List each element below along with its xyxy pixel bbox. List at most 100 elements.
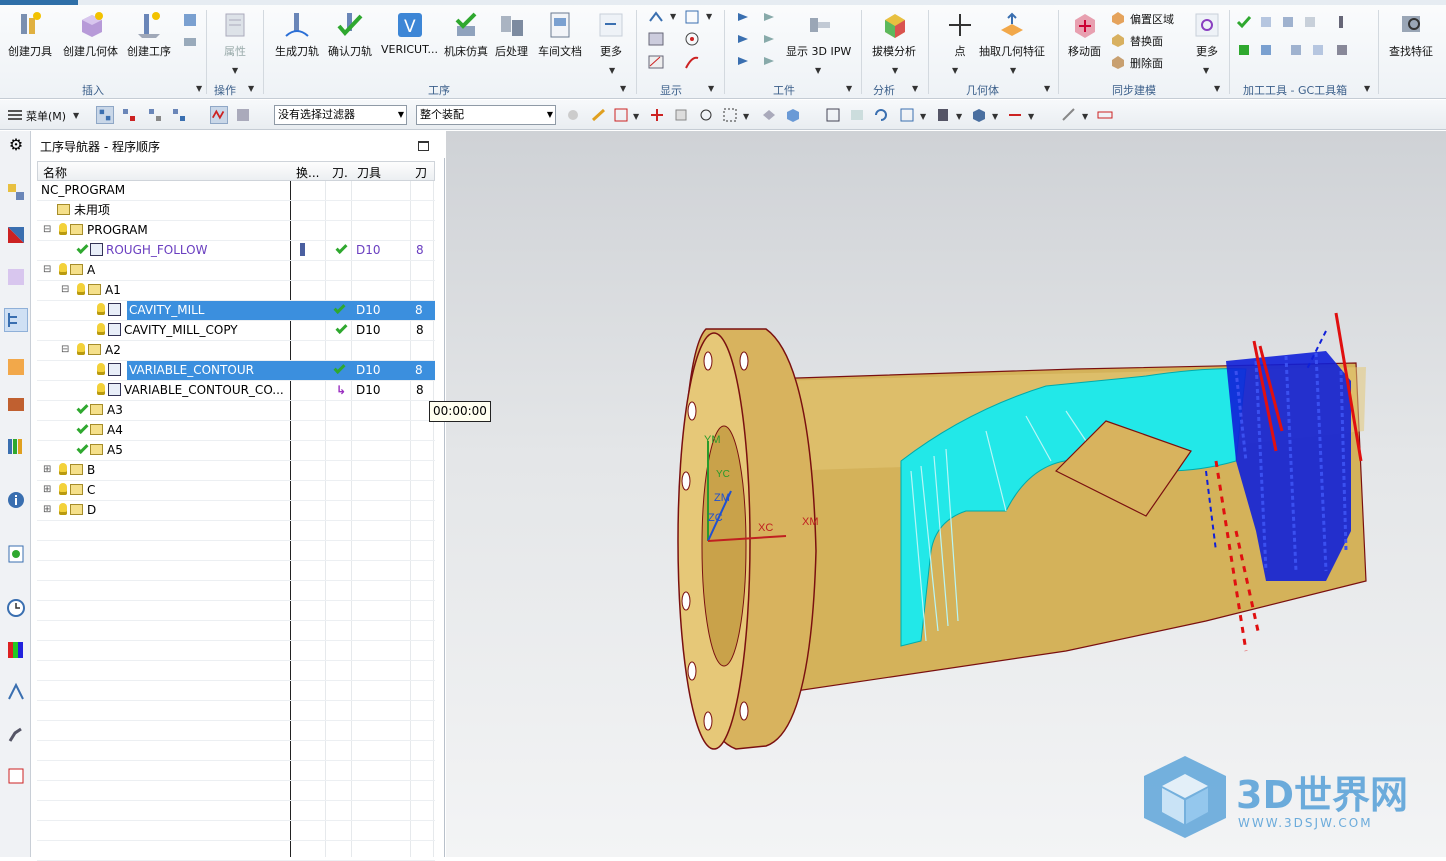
orient-view-icon[interactable] xyxy=(898,106,916,124)
offset-region-icon[interactable] xyxy=(1110,10,1126,26)
replace-face-label[interactable]: 替换面 xyxy=(1130,33,1163,49)
view-fit-icon[interactable] xyxy=(760,106,778,124)
background-dropdown-icon[interactable]: ▼ xyxy=(992,112,998,121)
measure-dropdown-icon[interactable]: ▼ xyxy=(1082,112,1088,121)
expand-icon[interactable]: ⊞ xyxy=(43,464,51,475)
orient-dropdown-icon[interactable]: ▼ xyxy=(920,112,926,121)
display-options-icon[interactable] xyxy=(684,9,700,25)
move-face-button[interactable]: 移动面 xyxy=(1068,10,1101,59)
machine-tool-view-icon[interactable] xyxy=(120,106,138,124)
tree-row-b[interactable]: ⊞ B xyxy=(37,461,435,481)
snap-grid-icon[interactable] xyxy=(672,106,690,124)
sync-group-expand-icon[interactable]: ▼ xyxy=(1214,84,1220,93)
gc-tool-2-icon[interactable] xyxy=(1258,14,1274,30)
reuse-library-icon[interactable] xyxy=(5,435,27,457)
extract-geometry-button[interactable]: 抽取几何特征 xyxy=(979,10,1045,59)
program-order-view-icon[interactable] xyxy=(96,106,114,124)
replace-face-icon[interactable] xyxy=(1110,32,1126,48)
column-path[interactable]: 刀. xyxy=(332,164,348,181)
postprocess-button[interactable]: 后处理 xyxy=(495,10,528,59)
rotate-icon[interactable] xyxy=(872,106,890,124)
information-icon[interactable] xyxy=(5,489,27,511)
history-clock-icon[interactable] xyxy=(5,597,27,619)
pan-icon[interactable] xyxy=(848,106,866,124)
analysis-group-expand-icon[interactable]: ▼ xyxy=(912,84,918,93)
display-options-dropdown-icon[interactable]: ▼ xyxy=(706,12,712,21)
operation-navigator-icon[interactable] xyxy=(4,308,28,332)
tree-row-cavity-mill[interactable]: CAVITY_MILL D10 8 xyxy=(37,301,435,321)
gc-tool-7-icon[interactable] xyxy=(1258,42,1274,58)
machine-sim-button[interactable]: 机床仿真 xyxy=(444,10,488,59)
draft-analysis-dropdown-icon[interactable]: ▼ xyxy=(892,66,898,75)
gc-tool-6-icon[interactable] xyxy=(1236,42,1252,58)
shop-doc-button[interactable]: 车间文档 xyxy=(538,10,582,59)
workpiece-remain-icon[interactable] xyxy=(762,53,778,69)
workpiece-group-expand-icon[interactable]: ▼ xyxy=(846,84,852,93)
machine-navigator-icon[interactable] xyxy=(5,356,27,378)
gc-tool-4-icon[interactable] xyxy=(1302,14,1318,30)
more-sync-dropdown-icon[interactable]: ▼ xyxy=(1203,66,1209,75)
edit-section-icon[interactable] xyxy=(1006,106,1024,124)
background-icon[interactable] xyxy=(970,106,988,124)
snap-mid-icon[interactable] xyxy=(612,106,630,124)
vericut-button[interactable]: V VERICUT... xyxy=(381,10,438,56)
tree-row-a2[interactable]: ⊟ A2 xyxy=(37,341,435,361)
more-sync-button[interactable]: 更多 xyxy=(1192,10,1222,59)
tree-row-a4[interactable]: A4 xyxy=(37,421,435,441)
expand-icon[interactable]: ⊞ xyxy=(43,484,51,495)
gc-group-expand-icon[interactable]: ▼ xyxy=(1364,84,1370,93)
snap-end-icon[interactable] xyxy=(590,106,608,124)
expand-icon[interactable]: ⊞ xyxy=(43,504,51,515)
tree-row-cavity-mill-copy[interactable]: CAVITY_MILL_COPY D10 8 xyxy=(37,321,435,341)
assembly-navigator-icon[interactable] xyxy=(5,181,27,203)
snap-center-icon[interactable] xyxy=(697,106,715,124)
box-select-dropdown-icon[interactable]: ▼ xyxy=(743,112,749,121)
workpiece-blank-icon[interactable] xyxy=(762,31,778,47)
operation-group-expand-icon[interactable]: ▼ xyxy=(248,84,254,93)
feature-view-icon[interactable] xyxy=(210,106,228,124)
gc-tool-9-icon[interactable] xyxy=(1310,42,1326,58)
show-3d-ipw-button[interactable]: 显示 3D IPW xyxy=(786,10,851,59)
more-ops-dropdown-icon[interactable]: ▼ xyxy=(609,66,615,75)
view-shaded-icon[interactable] xyxy=(784,106,802,124)
menu-dropdown-icon[interactable]: ▼ xyxy=(73,111,79,120)
create-tool-button[interactable]: 创建刀具 xyxy=(8,10,52,59)
tree-row-d[interactable]: ⊞ D xyxy=(37,501,435,521)
constraint-navigator-icon[interactable] xyxy=(5,224,27,246)
snap-point-icon[interactable] xyxy=(564,106,582,124)
blank-icon[interactable] xyxy=(648,31,664,47)
point-button[interactable]: 点 xyxy=(945,10,975,59)
zoom-icon[interactable] xyxy=(824,106,842,124)
section-dropdown-icon[interactable]: ▼ xyxy=(1028,112,1034,121)
verify-toolpath-button[interactable]: 确认刀轨 xyxy=(328,10,372,59)
properties-dropdown-icon[interactable]: ▼ xyxy=(232,66,238,75)
workpiece-ipw-icon[interactable] xyxy=(736,31,752,47)
visualization-palette-icon[interactable] xyxy=(5,639,27,661)
box-select-icon[interactable] xyxy=(721,106,739,124)
web-browser-icon[interactable] xyxy=(5,543,27,565)
ruler-icon[interactable] xyxy=(1096,106,1114,124)
workpiece-compare-icon[interactable] xyxy=(736,53,752,69)
hatch-icon[interactable] xyxy=(648,54,664,70)
target-icon[interactable] xyxy=(684,31,700,47)
tree-view-icon[interactable] xyxy=(182,34,198,50)
gc-tool-8-icon[interactable] xyxy=(1288,42,1304,58)
tool-library-icon[interactable] xyxy=(5,393,27,415)
robot-icon[interactable] xyxy=(5,723,27,745)
file-tab-indicator[interactable] xyxy=(0,0,78,5)
menu-button[interactable]: 菜单(M) xyxy=(26,108,66,124)
find-feature-button[interactable]: 查找特征 xyxy=(1389,10,1433,59)
settings-gear-icon[interactable]: ⚙ xyxy=(5,135,27,157)
column-tool[interactable]: 刀具 xyxy=(357,164,381,181)
column-name[interactable]: 名称 xyxy=(43,164,67,181)
offset-region-label[interactable]: 偏置区域 xyxy=(1130,11,1174,27)
maximize-icon[interactable] xyxy=(418,141,429,151)
render-style-icon[interactable] xyxy=(934,106,952,124)
column-tool-change[interactable]: 换... xyxy=(296,164,319,181)
workpiece-show-icon[interactable] xyxy=(736,9,752,25)
tree-row-a[interactable]: ⊟ A xyxy=(37,261,435,281)
extract-dropdown-icon[interactable]: ▼ xyxy=(1010,66,1016,75)
display-toolpath-dropdown-icon[interactable]: ▼ xyxy=(670,12,676,21)
collapse-icon[interactable]: ⊟ xyxy=(61,344,69,355)
graphics-viewport[interactable]: YM YC ZM ZC XC XM 3D世界网 WWW.3DSJW.COM xyxy=(446,131,1446,857)
